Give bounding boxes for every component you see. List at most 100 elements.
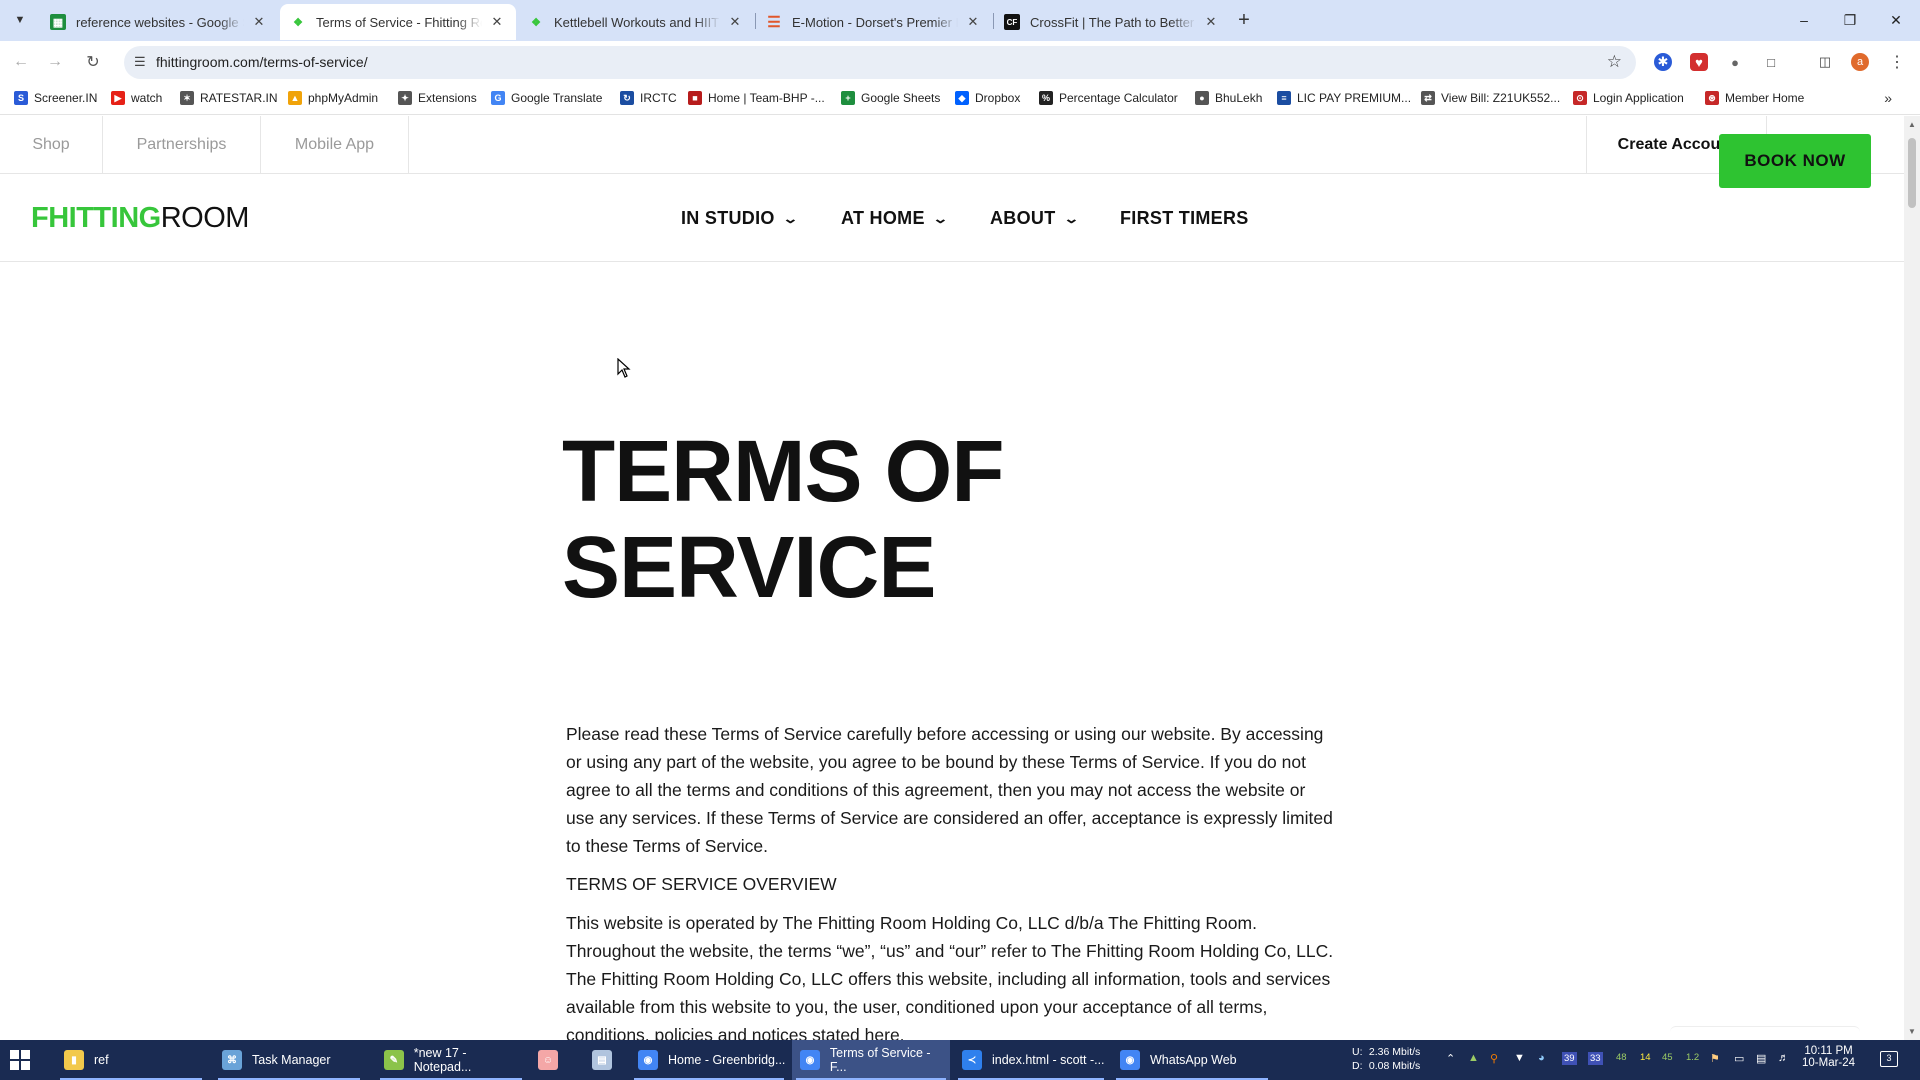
restore-icon[interactable]: ❐ bbox=[1827, 6, 1873, 34]
close-icon[interactable]: ✕ bbox=[488, 14, 506, 30]
bookmark-item[interactable]: ◆ Dropbox bbox=[955, 91, 1020, 105]
site-info-icon[interactable]: ☰ bbox=[134, 54, 146, 70]
extension-shield-icon[interactable]: ♥ bbox=[1690, 53, 1708, 71]
bookmark-item[interactable]: ▲ phpMyAdmin bbox=[288, 91, 378, 105]
close-icon[interactable]: ✕ bbox=[1202, 14, 1220, 30]
nav-first-timers[interactable]: FIRST TIMERS bbox=[1120, 208, 1249, 229]
bookmark-item[interactable]: ✶ RATESTAR.IN bbox=[180, 91, 278, 105]
nav-at-home[interactable]: AT HOME ⌄ bbox=[841, 208, 948, 229]
side-panel-icon[interactable]: ◫ bbox=[1816, 53, 1834, 71]
bookmark-favicon-icon: S bbox=[14, 91, 28, 105]
bookmark-item[interactable]: ▶ watch bbox=[111, 91, 162, 105]
extensions-puzzle-icon[interactable]: □ bbox=[1762, 53, 1780, 71]
page-title: TERMS OF SERVICE bbox=[562, 424, 1004, 616]
bookmark-label: IRCTC bbox=[640, 91, 677, 105]
tray-shield-icon[interactable]: ▼ bbox=[1514, 1052, 1525, 1064]
tray-globe-icon[interactable]: ◕ bbox=[1538, 1052, 1545, 1064]
address-url[interactable]: fhittingroom.com/terms-of-service/ bbox=[156, 54, 368, 70]
scroll-down-arrow-icon[interactable]: ▼ bbox=[1908, 1027, 1916, 1036]
bookmark-item[interactable]: G Google Translate bbox=[491, 91, 602, 105]
partnerships-link[interactable]: Partnerships bbox=[103, 116, 261, 174]
fhitting-room-logo[interactable]: FHITTINGROOM bbox=[31, 202, 249, 235]
minimize-icon[interactable]: – bbox=[1781, 6, 1827, 34]
notepad-plus-icon: ✎ bbox=[384, 1050, 404, 1070]
tray-indicator-value[interactable]: 45 bbox=[1662, 1052, 1673, 1063]
new-tab-plus-icon[interactable]: + bbox=[1232, 8, 1256, 32]
taskbar-item[interactable]: ▮ ref bbox=[56, 1040, 206, 1080]
forward-arrow-icon[interactable]: → bbox=[44, 51, 66, 73]
window-close-icon[interactable]: ✕ bbox=[1873, 6, 1919, 34]
back-arrow-icon[interactable]: ← bbox=[10, 51, 32, 73]
extension-globe-icon[interactable]: ✱ bbox=[1654, 53, 1672, 71]
taskbar-item[interactable]: ▤ bbox=[584, 1040, 630, 1080]
bookmark-item[interactable]: ⇄ View Bill: Z21UK552... bbox=[1421, 91, 1560, 105]
close-icon[interactable]: ✕ bbox=[726, 14, 744, 30]
shop-link[interactable]: Shop bbox=[0, 116, 103, 174]
page-scrollbar[interactable]: ▲ ▼ bbox=[1904, 116, 1920, 1040]
tray-flag-icon[interactable]: ⚑ bbox=[1710, 1052, 1720, 1065]
tab-title: reference websites - Google Sh bbox=[76, 14, 244, 30]
close-icon[interactable]: ✕ bbox=[250, 14, 268, 30]
system-clock[interactable]: 10:11 PM 10-Mar-24 bbox=[1802, 1045, 1855, 1069]
tab-emotion-dorset[interactable]: ☰ E-Motion - Dorset's Premier Fit ✕ bbox=[756, 4, 992, 40]
reload-icon[interactable]: ↻ bbox=[82, 51, 104, 73]
tray-battery-icon[interactable]: ▭ bbox=[1734, 1052, 1744, 1065]
bookmark-item[interactable]: ↻ IRCTC bbox=[620, 91, 677, 105]
bookmark-item[interactable]: + Google Sheets bbox=[841, 91, 940, 105]
taskbar-item[interactable]: ◉ Terms of Service - F... bbox=[792, 1040, 950, 1080]
bookmark-item[interactable]: S Screener.IN bbox=[14, 91, 97, 105]
taskbar-item[interactable]: ◉ Home - Greenbridg... bbox=[630, 1040, 788, 1080]
tray-expand-chevron-icon[interactable]: ⌃ bbox=[1446, 1052, 1455, 1065]
bookmark-item[interactable]: ✦ Extensions bbox=[398, 91, 477, 105]
tab-kettlebell-workouts[interactable]: ❖ Kettlebell Workouts and HIIT - ✕ bbox=[518, 4, 754, 40]
tray-indicator-value[interactable]: 48 bbox=[1616, 1052, 1627, 1063]
bookmark-item[interactable]: ⊛ Member Home bbox=[1705, 91, 1804, 105]
scrollbar-thumb[interactable] bbox=[1908, 138, 1916, 208]
bookmark-item[interactable]: % Percentage Calculator bbox=[1039, 91, 1178, 105]
address-bar[interactable]: ☰ fhittingroom.com/terms-of-service/ ☆ bbox=[124, 46, 1636, 79]
download-label: D: bbox=[1352, 1060, 1363, 1072]
tab-search-icon[interactable]: ▼ bbox=[8, 8, 32, 32]
network-icon[interactable]: ▤ bbox=[1756, 1052, 1766, 1065]
tab-terms-of-service[interactable]: ❖ Terms of Service - Fhitting Roo ✕ bbox=[280, 4, 516, 40]
chat-widget-edge bbox=[1670, 1026, 1860, 1040]
extension-bug-icon[interactable]: ● bbox=[1726, 53, 1744, 71]
notification-center-icon[interactable]: 3 bbox=[1880, 1051, 1898, 1067]
windows-start-icon[interactable] bbox=[10, 1050, 30, 1070]
taskbar-item[interactable]: ⌘ Task Manager bbox=[214, 1040, 364, 1080]
tab-crossfit[interactable]: CF CrossFit | The Path to Better He ✕ bbox=[994, 4, 1230, 40]
bookmark-star-icon[interactable]: ☆ bbox=[1607, 52, 1622, 72]
taskbar-item[interactable]: ≺ index.html - scott -... bbox=[954, 1040, 1108, 1080]
tab-reference-websites[interactable]: ▦ reference websites - Google Sh ✕ bbox=[40, 4, 278, 40]
mobile-app-link[interactable]: Mobile App bbox=[261, 116, 409, 174]
tray-search-icon[interactable]: ⚲ bbox=[1490, 1052, 1498, 1065]
bookmarks-overflow-icon[interactable]: » bbox=[1884, 90, 1892, 106]
tray-app-icon[interactable]: ▲ bbox=[1468, 1052, 1479, 1064]
bookmark-item[interactable]: ≡ LIC PAY PREMIUM... bbox=[1277, 91, 1411, 105]
chrome-icon: ◉ bbox=[800, 1050, 820, 1070]
tab-title: Terms of Service - Fhitting Roo bbox=[316, 14, 482, 30]
bookmark-favicon-icon: ✶ bbox=[180, 91, 194, 105]
taskbar-item-label: Task Manager bbox=[252, 1053, 331, 1067]
taskbar-item[interactable]: ☺ bbox=[530, 1040, 576, 1080]
bookmark-label: Screener.IN bbox=[34, 91, 98, 105]
nav-about[interactable]: ABOUT ⌄ bbox=[990, 208, 1079, 229]
nav-in-studio[interactable]: IN STUDIO ⌄ bbox=[681, 208, 798, 229]
bookmark-item[interactable]: ● BhuLekh bbox=[1195, 91, 1262, 105]
close-icon[interactable]: ✕ bbox=[964, 14, 982, 30]
tray-indicator-value[interactable]: 1.2 bbox=[1686, 1052, 1699, 1063]
book-now-button[interactable]: BOOK NOW bbox=[1719, 134, 1871, 188]
browser-menu-icon[interactable]: ⋮ bbox=[1888, 53, 1906, 71]
profile-avatar[interactable]: a bbox=[1851, 53, 1869, 71]
tray-indicator-value[interactable]: 33 bbox=[1588, 1052, 1603, 1065]
taskbar-item[interactable]: ✎ *new 17 - Notepad... bbox=[376, 1040, 526, 1080]
tray-indicator-value[interactable]: 39 bbox=[1562, 1052, 1577, 1065]
taskbar-item[interactable]: ◉ WhatsApp Web bbox=[1112, 1040, 1272, 1080]
bookmark-favicon-icon: G bbox=[491, 91, 505, 105]
tray-indicator-value[interactable]: 14 bbox=[1640, 1052, 1651, 1063]
bookmark-item[interactable]: ⊙ Login Application bbox=[1573, 91, 1684, 105]
emotion-icon: ☰ bbox=[767, 14, 781, 31]
volume-icon[interactable]: ♬ bbox=[1778, 1052, 1789, 1064]
scroll-up-arrow-icon[interactable]: ▲ bbox=[1908, 120, 1916, 129]
bookmark-item[interactable]: ■ Home | Team-BHP -... bbox=[688, 91, 825, 105]
